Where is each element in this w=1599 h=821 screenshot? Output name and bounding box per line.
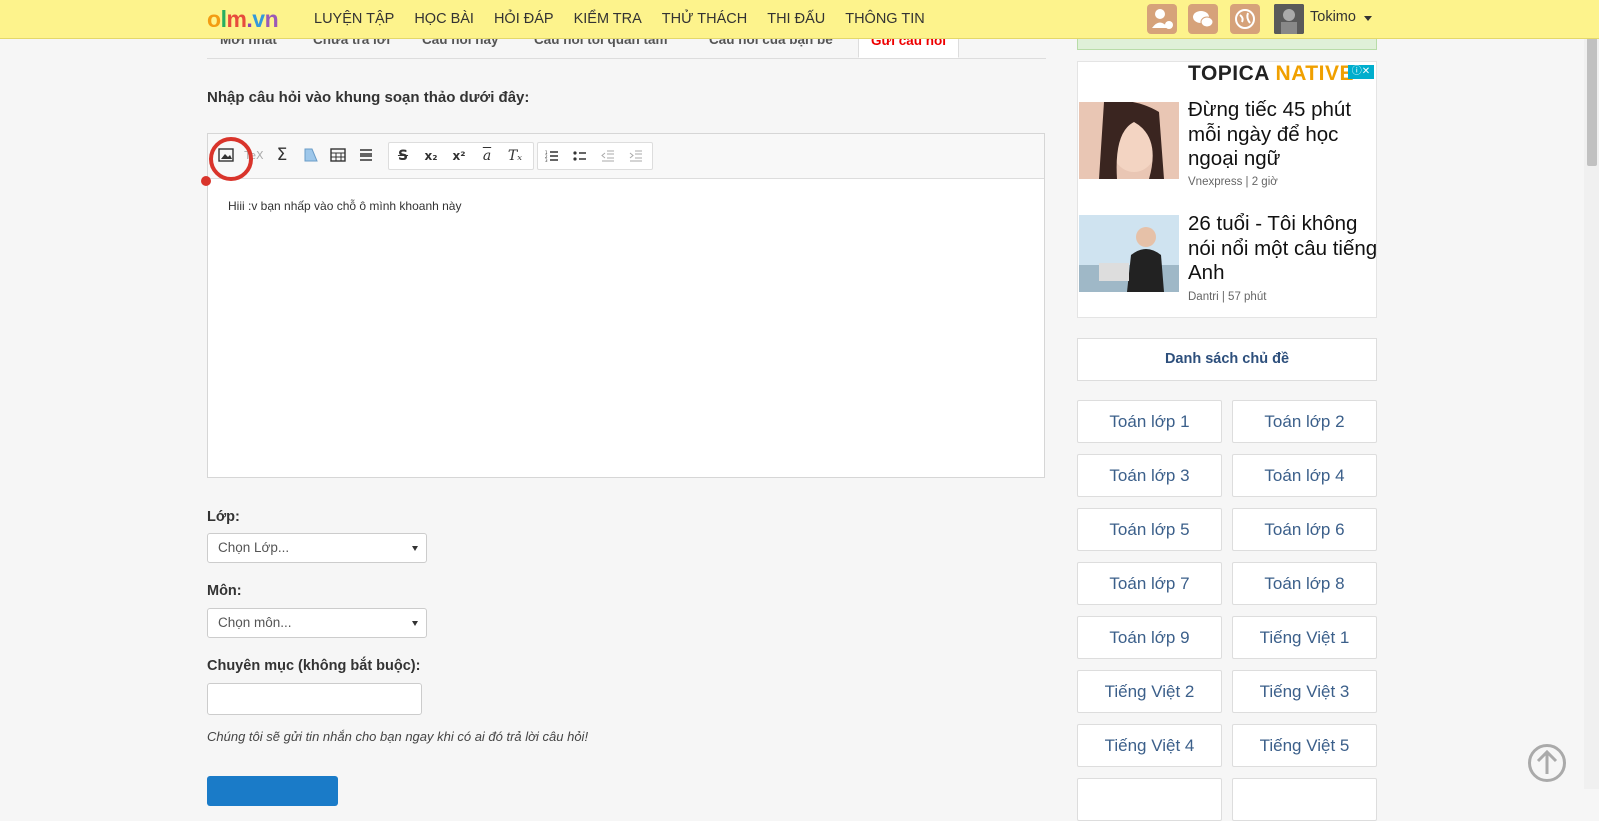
chevron-down-icon [412,546,418,551]
editor-instruction: Nhập câu hỏi vào khung soạn thảo dưới đâ… [207,89,530,106]
grade-button[interactable]: Toán lớp 6 [1232,508,1377,551]
ad-title-2[interactable]: 26 tuổi - Tôi không nói nổi một câu tiến… [1188,212,1378,286]
shape-icon[interactable] [296,143,324,167]
nav-hoc-bai[interactable]: HỌC BÀI [404,0,484,38]
back-to-top-icon[interactable] [1528,744,1566,782]
ad-title-1[interactable]: Đừng tiếc 45 phút mỗi ngày để học ngoại … [1188,98,1378,172]
ad-panel[interactable]: TOPICA NATIVE ⓘ✕ Đừng tiếc 45 phút mỗi n… [1077,61,1377,318]
editor-toolbar: TeX Σ S x₂ x² a Tₓ 123 [208,134,1044,179]
ad-source-2: Dantri | 57 phút [1188,291,1267,303]
class-label: Lớp: [207,509,240,525]
nav-thu-thach[interactable]: THỬ THÁCH [652,0,757,38]
class-select[interactable]: Chọn Lớp... [207,533,427,563]
nav-kiem-tra[interactable]: KIỂM TRA [564,0,652,38]
font-icon[interactable]: a [473,144,501,168]
topic-label: Chuyên mục (không bắt buộc): [207,658,421,674]
grade-button[interactable]: Toán lớp 8 [1232,562,1377,605]
outdent-icon[interactable] [594,144,622,168]
logo[interactable]: olm.vn [207,6,279,33]
question-editor[interactable]: TeX Σ S x₂ x² a Tₓ 123 Hiii:v bạn nhấp … [207,133,1045,478]
nav-thi-dau[interactable]: THI ĐẤU [757,0,835,38]
scrollbar-thumb[interactable] [1587,36,1597,166]
grade-button[interactable]: Tiếng Việt 5 [1232,724,1377,767]
table-icon[interactable] [324,143,352,167]
subscript-icon[interactable]: x₂ [417,144,445,168]
ad-image-1[interactable] [1079,100,1179,179]
nav-luyen-tap[interactable]: LUYỆN TẬP [304,0,404,38]
grade-button[interactable]: Toán lớp 4 [1232,454,1377,497]
ad-info-icon[interactable]: ⓘ✕ [1348,65,1374,79]
bullet-list-icon[interactable] [566,144,594,168]
globe-icon[interactable] [1230,4,1260,34]
strikethrough-icon[interactable]: S [389,144,417,168]
toolbar-group-format: S x₂ x² a Tₓ [388,142,534,170]
superscript-icon[interactable]: x² [445,144,473,168]
chevron-down-icon[interactable] [1364,16,1372,21]
topic-input[interactable] [207,683,422,715]
submit-button[interactable] [207,776,338,806]
remove-format-icon[interactable]: Tₓ [501,144,529,168]
chat-icon[interactable] [1188,4,1218,34]
annotation-dot [201,176,211,186]
grade-button[interactable]: Toán lớp 5 [1077,508,1222,551]
nav-thong-tin[interactable]: THÔNG TIN [835,0,934,38]
grade-button[interactable]: Toán lớp 3 [1077,454,1222,497]
grade-button[interactable] [1077,778,1222,821]
main-nav: LUYỆN TẬP HỌC BÀI HỎI ĐÁP KIỂM TRA THỬ T… [304,0,935,38]
grade-button[interactable]: Tiếng Việt 3 [1232,670,1377,713]
grade-button[interactable]: Tiếng Việt 2 [1077,670,1222,713]
grade-button[interactable] [1232,778,1377,821]
avatar[interactable] [1274,4,1304,34]
top-navbar: olm.vn LUYỆN TẬP HỌC BÀI HỎI ĐÁP KIỂM TR… [0,0,1599,39]
grade-button[interactable]: Toán lớp 1 [1077,400,1222,443]
notification-note: Chúng tôi sẽ gửi tin nhắn cho bạn ngay k… [207,729,589,744]
nav-hoi-dap[interactable]: HỎI ĐÁP [484,0,564,38]
sigma-icon[interactable]: Σ [268,143,296,167]
svg-text:3: 3 [545,158,548,162]
ordered-list-icon[interactable]: 123 [538,144,566,168]
grade-button[interactable]: Tiếng Việt 1 [1232,616,1377,659]
grade-button[interactable]: Toán lớp 2 [1232,400,1377,443]
editor-content[interactable]: Hiii :v bạn nhấp vào chỗ ô mình khoanh n… [228,199,461,213]
add-friend-icon[interactable] [1147,4,1177,34]
chevron-down-icon [412,621,418,626]
grade-button[interactable]: Toán lớp 9 [1077,616,1222,659]
horizontal-line-icon[interactable] [352,143,380,167]
grade-button[interactable]: Tiếng Việt 4 [1077,724,1222,767]
ad-brand: TOPICA NATIVE [1188,62,1354,85]
subject-label: Môn: [207,583,242,599]
ad-source-1: Vnexpress | 2 giờ [1188,176,1278,188]
subject-select[interactable]: Chọn môn... [207,608,427,638]
grade-button[interactable]: Toán lớp 7 [1077,562,1222,605]
annotation-circle [209,137,253,181]
indent-icon[interactable] [622,144,650,168]
username[interactable]: Tokimo [1310,9,1356,25]
toolbar-group-list: 123 [537,142,653,170]
topic-list-title[interactable]: Danh sách chủ đề [1077,338,1377,381]
ad-image-2[interactable] [1079,215,1179,292]
